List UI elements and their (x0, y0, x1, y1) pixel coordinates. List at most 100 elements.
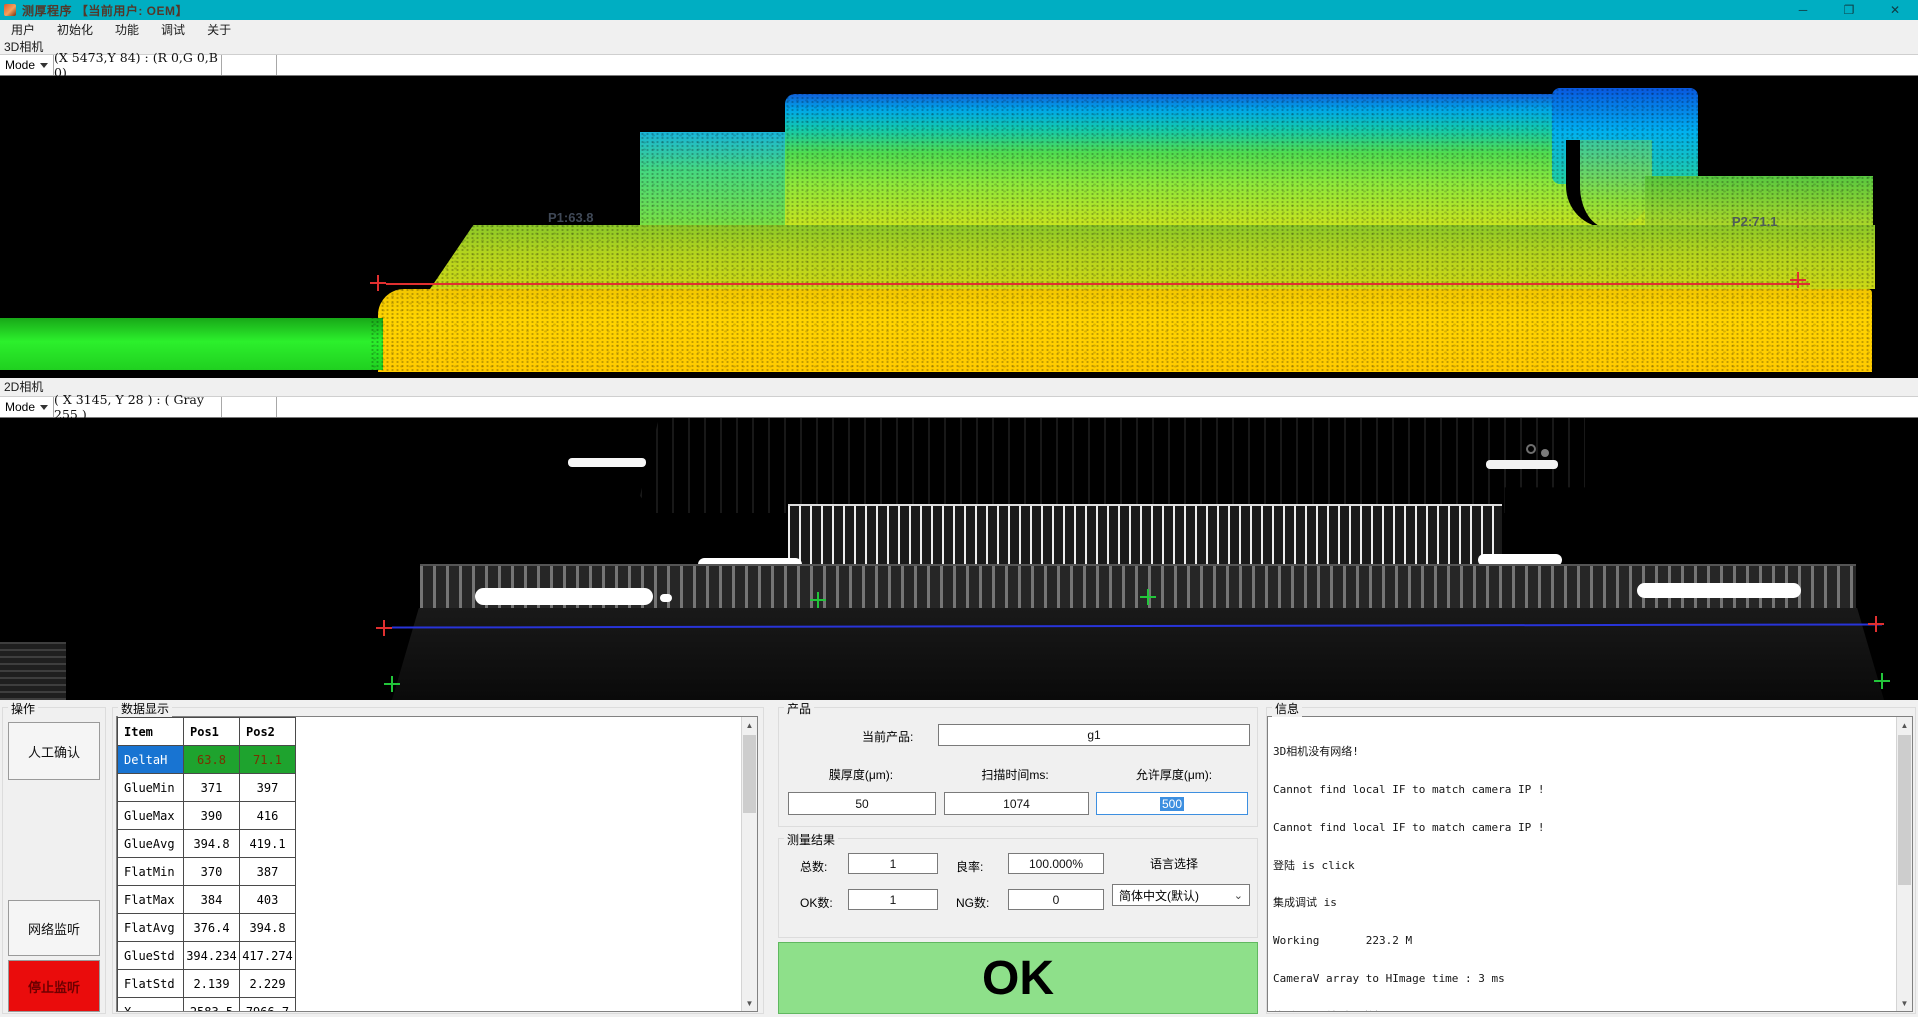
crosshair-marker-right (1790, 272, 1806, 288)
mode-dropdown-3d[interactable]: Mode (0, 55, 54, 75)
application-window: 测厚程序 【当前用户: OEM】 ─ ❐ ✕ 用户 初始化 功能 调试 关于 3… (0, 0, 1918, 1017)
menu-item-debug[interactable]: 调试 (150, 21, 196, 38)
table-row[interactable]: GlueMax 390 416 (118, 802, 296, 830)
cell-pos1: 2583.5 (184, 998, 240, 1013)
camera-2d-view[interactable] (0, 418, 1918, 700)
allowed-thickness-field[interactable]: 500 (1096, 792, 1248, 815)
yield-field[interactable]: 100.000% (1008, 853, 1104, 874)
pixel-readout-3d: (X 5473,Y 84) : (R 0,G 0,B 0) (54, 55, 222, 75)
menu-item-user[interactable]: 用户 (0, 21, 46, 38)
minimize-icon[interactable]: ─ (1780, 0, 1826, 20)
crosshair-marker-green (1140, 589, 1156, 605)
mode-dropdown-2d[interactable]: Mode (0, 397, 54, 417)
redaction-blob (1362, 860, 1390, 873)
corner-fragment (0, 642, 66, 700)
cell-pos1: 370 (184, 858, 240, 886)
scan-time-field[interactable]: 1074 (944, 792, 1089, 815)
camera-3d-view[interactable]: P1:63.8 P2:71.1 (0, 76, 1918, 378)
log-scrollbar[interactable]: ▲ ▼ (1896, 717, 1912, 1011)
results-group-label: 测量结果 (784, 831, 838, 848)
app-icon (4, 4, 16, 16)
table-row[interactable]: GlueAvg 394.8 419.1 (118, 830, 296, 858)
current-product-field[interactable]: g1 (938, 724, 1250, 746)
cell-item: FlatMax (118, 886, 184, 914)
scroll-up-icon[interactable]: ▲ (742, 717, 757, 733)
redaction-blob (1320, 936, 1360, 948)
table-row[interactable]: X 2583.5 7966.7 (118, 998, 296, 1013)
cell-pos2: 419.1 (240, 830, 296, 858)
table-row[interactable]: FlatAvg 376.4 394.8 (118, 914, 296, 942)
info-group-label: 信息 (1272, 700, 1302, 717)
menu-item-about[interactable]: 关于 (196, 21, 242, 38)
table-row[interactable]: GlueStd 394.234 417.274 (118, 942, 296, 970)
maximize-icon[interactable]: ❐ (1826, 0, 1872, 20)
section-label-2d-camera: 2D相机 (0, 378, 1918, 394)
measurement-label-p2: P2:71.1 (1732, 214, 1778, 229)
measurement-label-p1: P1:63.8 (548, 210, 594, 225)
cell-pos2: 416 (240, 802, 296, 830)
cell-item: X (118, 998, 184, 1013)
cell-pos1: 384 (184, 886, 240, 914)
operations-group-label: 操作 (8, 700, 38, 717)
statusbar-segment (222, 397, 277, 417)
menu-bar: 用户 初始化 功能 调试 关于 (0, 20, 1918, 38)
cell-pos2: 417.274 (240, 942, 296, 970)
crosshair-marker-green (1874, 673, 1890, 689)
table-row[interactable]: DeltaH 63.8 71.1 (118, 746, 296, 774)
fixture-base (392, 608, 1884, 700)
menu-item-function[interactable]: 功能 (104, 21, 150, 38)
scrollbar-thumb[interactable] (743, 735, 756, 813)
data-table: Item Pos1 Pos2 DeltaH 63.8 71.1 GlueMin … (117, 717, 296, 1012)
crosshair-marker-green (384, 676, 400, 692)
total-field[interactable]: 1 (848, 853, 938, 874)
allowed-thickness-label: 允许厚度(μm): (1100, 766, 1248, 783)
menu-item-init[interactable]: 初始化 (46, 21, 104, 38)
scan-time-label: 扫描时间ms: (944, 766, 1086, 783)
cell-item: FlatStd (118, 970, 184, 998)
log-line: Cannot find local IF to match camera IP … (1273, 822, 1892, 835)
table-header-row: Item Pos1 Pos2 (118, 718, 296, 746)
table-scrollbar[interactable]: ▲ ▼ (741, 717, 757, 1011)
pcb-ring-marks (1526, 444, 1536, 454)
combo-arrow-icon: ⌄ (1234, 889, 1243, 902)
cell-pos2: 387 (240, 858, 296, 886)
table-row[interactable]: FlatMin 370 387 (118, 858, 296, 886)
reference-line (386, 283, 1810, 285)
cell-pos1: 394.8 (184, 830, 240, 858)
scroll-down-icon[interactable]: ▼ (1897, 995, 1912, 1011)
language-combobox[interactable]: 简体中文(默认) ⌄ (1112, 884, 1250, 906)
cell-pos1: 394.234 (184, 942, 240, 970)
pcb-white-streak (568, 458, 646, 467)
title-bar: 测厚程序 【当前用户: OEM】 ─ ❐ ✕ (0, 0, 1918, 20)
table-row[interactable]: FlatStd 2.139 2.229 (118, 970, 296, 998)
glue-highlight (1637, 583, 1801, 598)
pcb-white-streak (1486, 460, 1558, 469)
ng-count-label: NG数: (956, 894, 989, 911)
scrollbar-thumb[interactable] (1898, 735, 1911, 885)
manual-confirm-button[interactable]: 人工确认 (8, 722, 100, 780)
network-listen-button[interactable]: 网络监听 (8, 900, 100, 956)
glue-highlight (475, 588, 653, 605)
table-row[interactable]: FlatMax 384 403 (118, 886, 296, 914)
log-line: CameraV array to HImage time : 3 ms (1273, 973, 1892, 986)
table-row[interactable]: GlueMin 371 397 (118, 774, 296, 802)
cell-item: GlueAvg (118, 830, 184, 858)
scroll-down-icon[interactable]: ▼ (742, 995, 757, 1011)
cell-pos1: 371 (184, 774, 240, 802)
stop-listen-button[interactable]: 停止监听 (8, 960, 100, 1012)
statusbar-segment (277, 55, 1918, 75)
scroll-up-icon[interactable]: ▲ (1897, 717, 1912, 733)
close-icon[interactable]: ✕ (1872, 0, 1918, 20)
data-display-group-label: 数据显示 (118, 700, 172, 717)
cell-pos2: 394.8 (240, 914, 296, 942)
cell-pos1: 376.4 (184, 914, 240, 942)
ok-count-field[interactable]: 1 (848, 889, 938, 910)
glue-highlight (660, 594, 672, 602)
cell-pos2: 397 (240, 774, 296, 802)
col-header-pos2: Pos2 (240, 718, 296, 746)
cell-pos2: 71.1 (240, 746, 296, 774)
ng-count-field[interactable]: 0 (1008, 889, 1104, 910)
film-thickness-field[interactable]: 50 (788, 792, 936, 815)
heightmap-left-green-slab (0, 318, 383, 370)
cell-pos1: 63.8 (184, 746, 240, 774)
